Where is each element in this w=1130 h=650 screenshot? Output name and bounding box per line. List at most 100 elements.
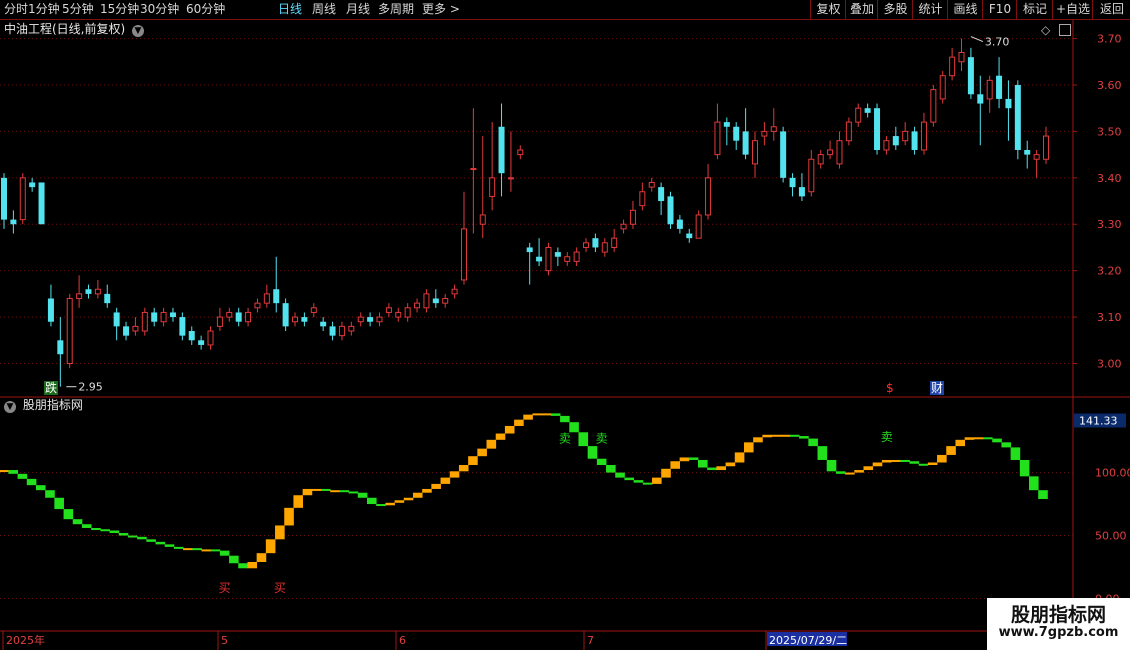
period-tab-2[interactable]: 5分钟 <box>62 1 94 17</box>
high-price-label: 3.70 <box>985 36 1010 49</box>
indicator-step <box>302 488 313 496</box>
candle-body-up <box>310 307 317 313</box>
candle-body-down <box>47 298 54 322</box>
toolbar-button-5[interactable]: F10 <box>982 0 1017 19</box>
indicator-step <box>587 446 598 459</box>
toolbar-button-7[interactable]: +自选 <box>1052 0 1093 19</box>
indicator-step <box>946 446 956 455</box>
indicator-step <box>716 466 726 471</box>
candle-body-up <box>827 149 834 156</box>
signal-sell[interactable]: 卖 <box>881 430 893 444</box>
dollar-marker[interactable]: $ <box>886 381 894 395</box>
candle-body-down <box>320 321 327 327</box>
indicator-step <box>1019 459 1030 477</box>
candle-body-up <box>583 242 590 248</box>
indicator-step <box>697 459 708 468</box>
candle-body-up <box>226 311 233 318</box>
candle-body-up <box>808 158 815 193</box>
period-tab-7[interactable]: 周线 <box>312 1 336 17</box>
indicator-step <box>633 480 644 483</box>
indicator-step <box>642 482 653 485</box>
candle-body-down <box>235 312 242 322</box>
candle-body-up <box>19 177 26 221</box>
indicator-step <box>412 492 423 498</box>
price-tick-label: 3.20 <box>1097 265 1122 278</box>
signal-sell[interactable]: 卖 <box>559 431 571 445</box>
candle-body-up <box>479 214 486 225</box>
period-tab-9[interactable]: 多周期 <box>378 1 414 17</box>
candle-body-up <box>423 293 430 309</box>
candle-body-down <box>169 312 176 318</box>
indicator-step <box>265 539 276 554</box>
candle-body-down <box>29 182 36 188</box>
diamond-icon[interactable]: ◇ <box>1041 23 1050 37</box>
price-tick-label: 3.40 <box>1097 172 1122 185</box>
candle-body-down <box>798 187 805 197</box>
indicator-step <box>100 529 110 532</box>
fall-marker[interactable]: 跌 <box>44 381 59 395</box>
candle-body-up <box>648 181 655 188</box>
period-tab-0[interactable]: 分时 <box>4 1 28 17</box>
price-tick-label: 3.70 <box>1097 33 1122 46</box>
indicator-step <box>615 472 625 478</box>
candle-body-up <box>705 177 712 216</box>
toolbar-button-3[interactable]: 统计 <box>912 0 948 19</box>
indicator-step <box>771 434 782 437</box>
candle-body-up <box>949 56 956 77</box>
date-label: 7 <box>587 634 594 647</box>
indicator-step <box>91 527 101 530</box>
period-tab-4[interactable]: 30分钟 <box>140 1 179 17</box>
chevron-down-icon[interactable]: ▼ <box>132 25 145 37</box>
toolbar-button-0[interactable]: 复权 <box>810 0 846 19</box>
period-tab-3[interactable]: 15分钟 <box>100 1 139 17</box>
candle-body-up <box>404 307 411 318</box>
settings-circle-icon[interactable]: ▼ <box>4 401 16 413</box>
candle-body-up <box>639 191 646 207</box>
candle-body-down <box>967 57 974 95</box>
candle-body-up <box>920 121 927 151</box>
toolbar-button-1[interactable]: 叠加 <box>845 0 878 19</box>
candle-body-down <box>977 94 984 104</box>
signal-buy[interactable]: 买 <box>274 581 286 595</box>
candle-body-down <box>498 126 505 174</box>
toolbar-button-8[interactable]: 返回 <box>1092 0 1130 19</box>
panel-toggle-icon[interactable] <box>1059 24 1071 36</box>
indicator-step <box>661 468 671 478</box>
period-tab-5[interactable]: 60分钟 <box>186 1 225 17</box>
toolbar-button-4[interactable]: 画线 <box>947 0 983 19</box>
indicator-step <box>845 472 855 475</box>
indicator-step <box>385 502 395 506</box>
indicator-step <box>164 544 175 547</box>
signal-buy[interactable]: 买 <box>219 581 231 595</box>
period-tab-6[interactable]: 日线 <box>278 1 302 17</box>
cai-marker[interactable]: 财 <box>930 381 945 395</box>
date-label: 5 <box>221 634 228 647</box>
indicator-step <box>357 492 368 498</box>
candle-body-down <box>329 326 336 336</box>
candle-body-up <box>958 51 965 63</box>
candle-body-up <box>517 149 524 156</box>
indicator-step <box>173 546 184 549</box>
candle-body-up <box>770 126 777 132</box>
candle-body-down <box>113 312 120 327</box>
candle-body-down <box>85 289 92 294</box>
period-tab-1[interactable]: 1分钟 <box>28 1 60 17</box>
candle-body-down <box>38 182 45 225</box>
signal-sell[interactable]: 卖 <box>596 431 608 445</box>
indicator-step <box>606 465 616 473</box>
indicator-step <box>146 539 156 542</box>
indicator-step <box>201 549 212 552</box>
candle-body-down <box>874 108 881 150</box>
toolbar-button-6[interactable]: 标记 <box>1016 0 1053 19</box>
candle-body-up <box>986 79 993 100</box>
indicator-step <box>817 446 828 460</box>
indicator-step <box>826 459 837 472</box>
candle-body-up <box>939 75 946 100</box>
indicator-step <box>54 497 64 510</box>
indicator-step <box>955 439 966 447</box>
period-tab-10[interactable]: 更多 > <box>422 1 460 17</box>
candle-body-down <box>864 108 871 113</box>
period-tab-8[interactable]: 月线 <box>346 1 370 17</box>
toolbar-button-2[interactable]: 多股 <box>877 0 913 19</box>
indicator-step <box>532 413 543 416</box>
